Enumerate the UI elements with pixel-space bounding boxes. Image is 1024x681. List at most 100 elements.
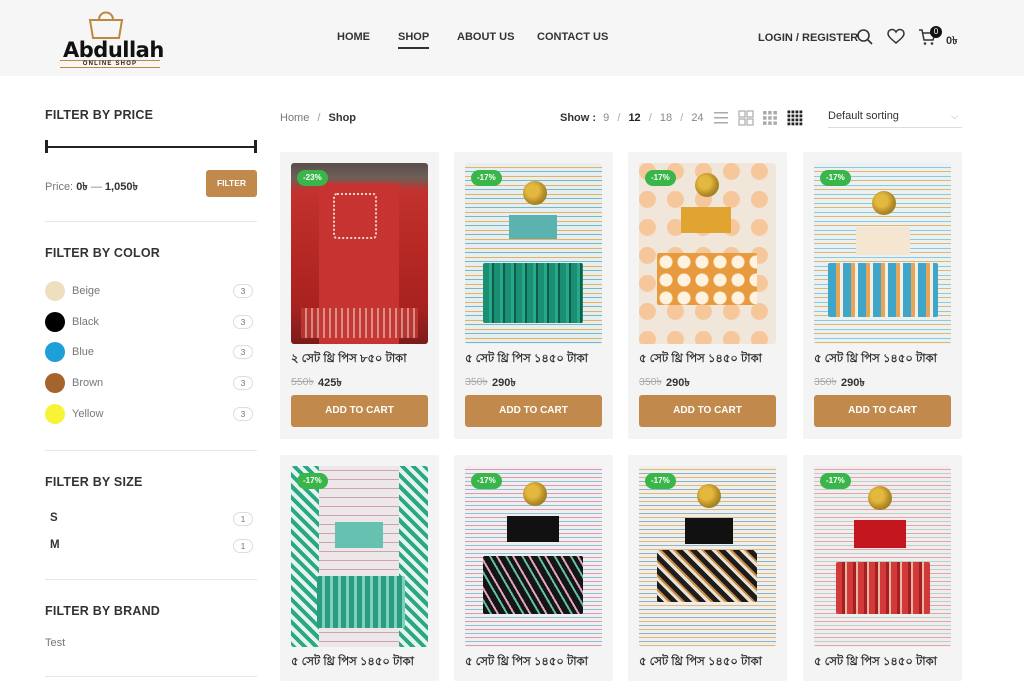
product-old-price: 350৳: [465, 376, 488, 388]
price-slider-track[interactable]: [45, 146, 257, 148]
show-option-12[interactable]: 12: [628, 112, 640, 124]
grid-2-view-icon[interactable]: [738, 110, 754, 126]
color-filter-brown[interactable]: Brown 3: [45, 373, 257, 393]
product-title[interactable]: ৫ সেট থ্রি পিস ১৪৫০ টাকা: [465, 653, 610, 672]
product-price: 425৳: [318, 377, 342, 389]
product-card[interactable]: -17% ৫ সেট থ্রি পিস ১৪৫০ টাকা: [454, 455, 613, 681]
site-logo[interactable]: Abdullah ONLINE SHOP: [60, 8, 164, 68]
product-title[interactable]: ৫ সেট থ্রি পিস ১৪৫০ টাকা: [639, 350, 784, 369]
filter-brand-title: FILTER BY BRAND: [45, 604, 161, 618]
product-old-price: 550৳: [291, 376, 314, 388]
product-card[interactable]: -17% ৫ সেট থ্রি পিস ১৪৫০ টাকা: [280, 455, 439, 681]
cart-total[interactable]: 0৳: [946, 32, 958, 51]
brand-filter-test[interactable]: Test: [45, 637, 65, 649]
product-title[interactable]: ৫ সেট থ্রি পিস ১৪৫০ টাকা: [814, 350, 959, 369]
site-header: Abdullah ONLINE SHOP HOME SHOP ABOUT US …: [0, 0, 1024, 76]
products-per-page: Show : 9 / 12 / 18 / 24: [560, 112, 704, 124]
nav-home[interactable]: HOME: [337, 31, 370, 43]
color-swatch-beige: [45, 281, 65, 301]
product-title[interactable]: ৫ সেট থ্রি পিস ১৪৫০ টাকা: [814, 653, 959, 672]
show-option-24[interactable]: 24: [691, 112, 703, 124]
product-card[interactable]: -17% ৫ সেট থ্রি পিস ১৪৫০ টাকা: [628, 455, 787, 681]
breadcrumb-home[interactable]: Home: [280, 112, 309, 124]
sorting-select[interactable]: Default sorting ⌵: [828, 104, 962, 128]
login-register-link[interactable]: LOGIN / REGISTER: [758, 32, 858, 44]
size-filter-m[interactable]: M 1: [45, 537, 257, 555]
nav-shop[interactable]: SHOP: [398, 31, 430, 49]
grid-4-view-icon[interactable]: [787, 110, 803, 126]
product-image[interactable]: -17%: [291, 466, 428, 647]
nav-contact-us[interactable]: CONTACT US: [537, 31, 608, 43]
color-count: 3: [233, 345, 253, 359]
color-filter-yellow[interactable]: Yellow 3: [45, 404, 257, 424]
cart-count-badge: 0: [930, 26, 942, 38]
price-max: 1,050৳: [104, 181, 138, 193]
size-filter-s[interactable]: S 1: [45, 510, 257, 528]
product-card[interactable]: -23% ২ সেট থ্রি পিস ৮৫০ টাকা 550৳ 425৳ A…: [280, 152, 439, 439]
add-to-cart-button[interactable]: ADD TO CART: [465, 395, 602, 427]
list-view-icon[interactable]: [713, 110, 729, 126]
sale-badge: -17%: [471, 170, 502, 186]
add-to-cart-button[interactable]: ADD TO CART: [639, 395, 776, 427]
color-name: Yellow: [72, 408, 104, 420]
logo-subtitle: ONLINE SHOP: [60, 60, 160, 68]
add-to-cart-button[interactable]: ADD TO CART: [814, 395, 951, 427]
search-icon[interactable]: [856, 28, 874, 46]
color-filter-blue[interactable]: Blue 3: [45, 342, 257, 362]
product-image[interactable]: -23%: [291, 163, 428, 344]
sale-badge: -17%: [820, 473, 851, 489]
breadcrumb: Home / Shop: [280, 112, 356, 124]
product-card[interactable]: -17% ৫ সেট থ্রি পিস ১৪৫০ টাকা 350৳ 290৳ …: [803, 152, 962, 439]
shopping-bag-logo-icon: [88, 11, 124, 39]
show-option-9[interactable]: 9: [603, 112, 609, 124]
product-title[interactable]: ২ সেট থ্রি পিস ৮৫০ টাকা: [291, 350, 436, 369]
product-title[interactable]: ৫ সেট থ্রি পিস ১৪৫০ টাকা: [465, 350, 610, 369]
add-to-cart-button[interactable]: ADD TO CART: [291, 395, 428, 427]
price-min: 0৳: [76, 181, 88, 193]
grid-3-view-icon[interactable]: [762, 110, 778, 126]
nav-about-us[interactable]: ABOUT US: [457, 31, 514, 43]
size-count: 1: [233, 512, 253, 526]
filter-color-title: FILTER BY COLOR: [45, 246, 161, 260]
size-name: M: [50, 539, 60, 551]
chevron-down-icon: ⌵: [951, 111, 958, 121]
show-option-18[interactable]: 18: [660, 112, 672, 124]
product-old-price: 350৳: [814, 376, 837, 388]
color-swatch-brown: [45, 373, 65, 393]
sale-badge: -17%: [820, 170, 851, 186]
color-name: Brown: [72, 377, 104, 389]
product-price: 290৳: [841, 377, 865, 389]
price-slider-max-handle[interactable]: [254, 140, 257, 153]
product-image[interactable]: -17%: [465, 466, 602, 647]
color-filter-black[interactable]: Black 3: [45, 312, 257, 332]
sale-badge: -17%: [297, 473, 328, 489]
filter-size-title: FILTER BY SIZE: [45, 475, 143, 489]
product-card[interactable]: -17% ৫ সেট থ্রি পিস ১৪৫০ টাকা 350৳ 290৳ …: [454, 152, 613, 439]
size-name: S: [50, 512, 58, 524]
product-image[interactable]: -17%: [639, 163, 776, 344]
price-range-text: Price: 0৳ — 1,050৳: [45, 178, 138, 197]
sorting-value: Default sorting: [828, 110, 899, 122]
product-image[interactable]: -17%: [814, 163, 951, 344]
color-count: 3: [233, 284, 253, 298]
product-card[interactable]: -17% ৫ সেট থ্রি পিস ১৪৫০ টাকা 350৳ 290৳ …: [628, 152, 787, 439]
color-filter-beige[interactable]: Beige 3: [45, 281, 257, 301]
product-image[interactable]: -17%: [814, 466, 951, 647]
color-name: Blue: [72, 346, 95, 358]
breadcrumb-separator: /: [317, 112, 321, 124]
sidebar-divider: [45, 676, 257, 677]
product-title[interactable]: ৫ সেট থ্রি পিস ১৪৫০ টাকা: [639, 653, 784, 672]
product-image[interactable]: -17%: [465, 163, 602, 344]
product-title[interactable]: ৫ সেট থ্রি পিস ১৪৫০ টাকা: [291, 653, 436, 672]
color-name: Black: [72, 316, 99, 328]
price-slider-min-handle[interactable]: [45, 140, 48, 153]
product-card[interactable]: -17% ৫ সেট থ্রি পিস ১৪৫০ টাকা: [803, 455, 962, 681]
sale-badge: -17%: [471, 473, 502, 489]
price-dash: —: [90, 181, 102, 193]
wishlist-heart-icon[interactable]: [887, 28, 905, 46]
color-swatch-blue: [45, 342, 65, 362]
sidebar-divider: [45, 579, 257, 580]
color-swatch-black: [45, 312, 65, 332]
filter-button[interactable]: FILTER: [206, 170, 257, 197]
product-image[interactable]: -17%: [639, 466, 776, 647]
